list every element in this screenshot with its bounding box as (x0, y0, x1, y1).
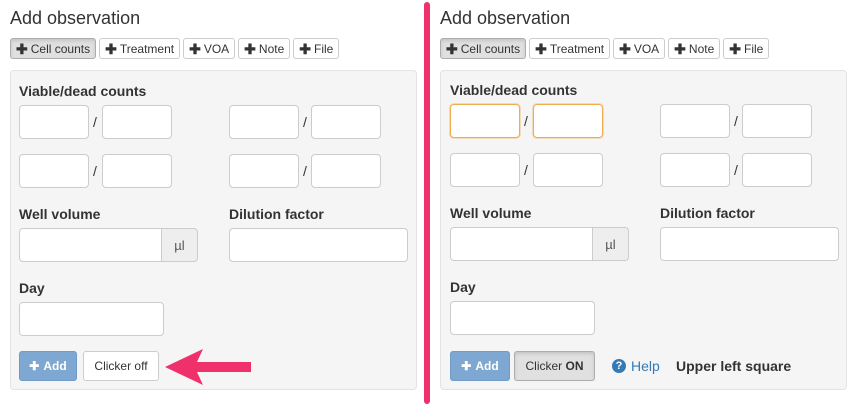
viable-dead-label: Viable/dead counts (19, 83, 147, 99)
add-button[interactable]: ✚ Add (450, 351, 510, 381)
viable-count-input[interactable] (19, 105, 89, 139)
plus-icon: ✚ (446, 40, 458, 57)
cell-counts-form: Viable/dead counts / / / / Well volume D… (10, 70, 417, 390)
tab-note[interactable]: ✚ Note (668, 38, 721, 59)
count-separator: / (734, 162, 738, 178)
well-volume-label: Well volume (450, 205, 532, 221)
panel-title: Add observation (10, 8, 141, 28)
microliter-unit: µl (161, 228, 198, 262)
plus-icon: ✚ (299, 40, 311, 57)
plus-icon: ✚ (189, 40, 201, 57)
tab-voa[interactable]: ✚ VOA (183, 38, 236, 59)
day-input[interactable] (450, 301, 595, 335)
count-separator: / (93, 114, 97, 130)
dead-count-input[interactable] (311, 105, 381, 139)
viable-count-input[interactable] (450, 104, 520, 138)
count-separator: / (734, 113, 738, 129)
count-separator: / (93, 163, 97, 179)
plus-icon: ✚ (729, 40, 741, 57)
right-panel: Add observation ✚ Cell counts ✚ Treatment … (430, 0, 850, 405)
dead-count-input[interactable] (311, 154, 381, 188)
tab-treatment[interactable]: ✚ Treatment (99, 38, 181, 59)
plus-icon: ✚ (461, 359, 472, 373)
question-circle-icon: ? (612, 359, 626, 373)
arrow-left-icon (165, 349, 251, 385)
observation-tabs: ✚ Cell counts ✚ Treatment ✚ VOA ✚ Note ✚ File (440, 38, 770, 59)
viable-count-input[interactable] (19, 154, 89, 188)
microliter-unit: µl (592, 227, 629, 261)
observation-tabs: ✚ Cell counts ✚ Treatment ✚ VOA ✚ Note ✚ File (10, 38, 340, 59)
clicker-status-text: Upper left square (676, 358, 792, 374)
tab-cell-counts[interactable]: ✚ Cell counts (10, 38, 97, 59)
clicker-toggle-button[interactable]: Clicker off (83, 351, 159, 381)
help-link[interactable]: ? Help (612, 358, 660, 374)
plus-icon: ✚ (674, 40, 686, 57)
dilution-factor-input[interactable] (229, 228, 408, 262)
viable-count-input[interactable] (450, 153, 520, 187)
tab-cell-counts[interactable]: ✚ Cell counts (440, 38, 527, 59)
dilution-factor-input[interactable] (660, 227, 839, 261)
dead-count-input[interactable] (102, 154, 172, 188)
dead-count-input[interactable] (102, 105, 172, 139)
plus-icon: ✚ (535, 40, 547, 57)
plus-icon: ✚ (16, 40, 28, 57)
viable-count-input[interactable] (229, 105, 299, 139)
well-volume-label: Well volume (19, 206, 101, 222)
day-label: Day (450, 279, 476, 295)
tab-file[interactable]: ✚ File (293, 38, 340, 59)
count-separator: / (303, 163, 307, 179)
tab-file[interactable]: ✚ File (723, 38, 770, 59)
plus-icon: ✚ (105, 40, 117, 57)
viable-count-input[interactable] (229, 154, 299, 188)
panel-title: Add observation (440, 8, 571, 28)
add-button[interactable]: ✚ Add (19, 351, 77, 381)
dilution-factor-label: Dilution factor (660, 205, 755, 221)
tab-voa[interactable]: ✚ VOA (613, 38, 666, 59)
cell-counts-form: Viable/dead counts / / / / Well volume D… (440, 70, 847, 390)
count-separator: / (303, 114, 307, 130)
dead-count-input[interactable] (742, 104, 812, 138)
viable-count-input[interactable] (660, 153, 730, 187)
tab-note[interactable]: ✚ Note (238, 38, 291, 59)
left-panel: Add observation ✚ Cell counts ✚ Treatment … (0, 0, 420, 405)
viable-dead-label: Viable/dead counts (450, 82, 578, 98)
clicker-toggle-button[interactable]: Clicker ON (514, 351, 595, 381)
plus-icon: ✚ (619, 40, 631, 57)
plus-icon: ✚ (244, 40, 256, 57)
count-separator: / (524, 113, 528, 129)
well-volume-input[interactable] (19, 228, 162, 262)
dead-count-input[interactable] (533, 153, 603, 187)
tab-treatment[interactable]: ✚ Treatment (529, 38, 611, 59)
day-input[interactable] (19, 302, 164, 336)
dead-count-input[interactable] (533, 104, 603, 138)
dilution-factor-label: Dilution factor (229, 206, 324, 222)
viable-count-input[interactable] (660, 104, 730, 138)
well-volume-input[interactable] (450, 227, 593, 261)
count-separator: / (524, 162, 528, 178)
plus-icon: ✚ (29, 359, 40, 373)
dead-count-input[interactable] (742, 153, 812, 187)
day-label: Day (19, 280, 45, 296)
